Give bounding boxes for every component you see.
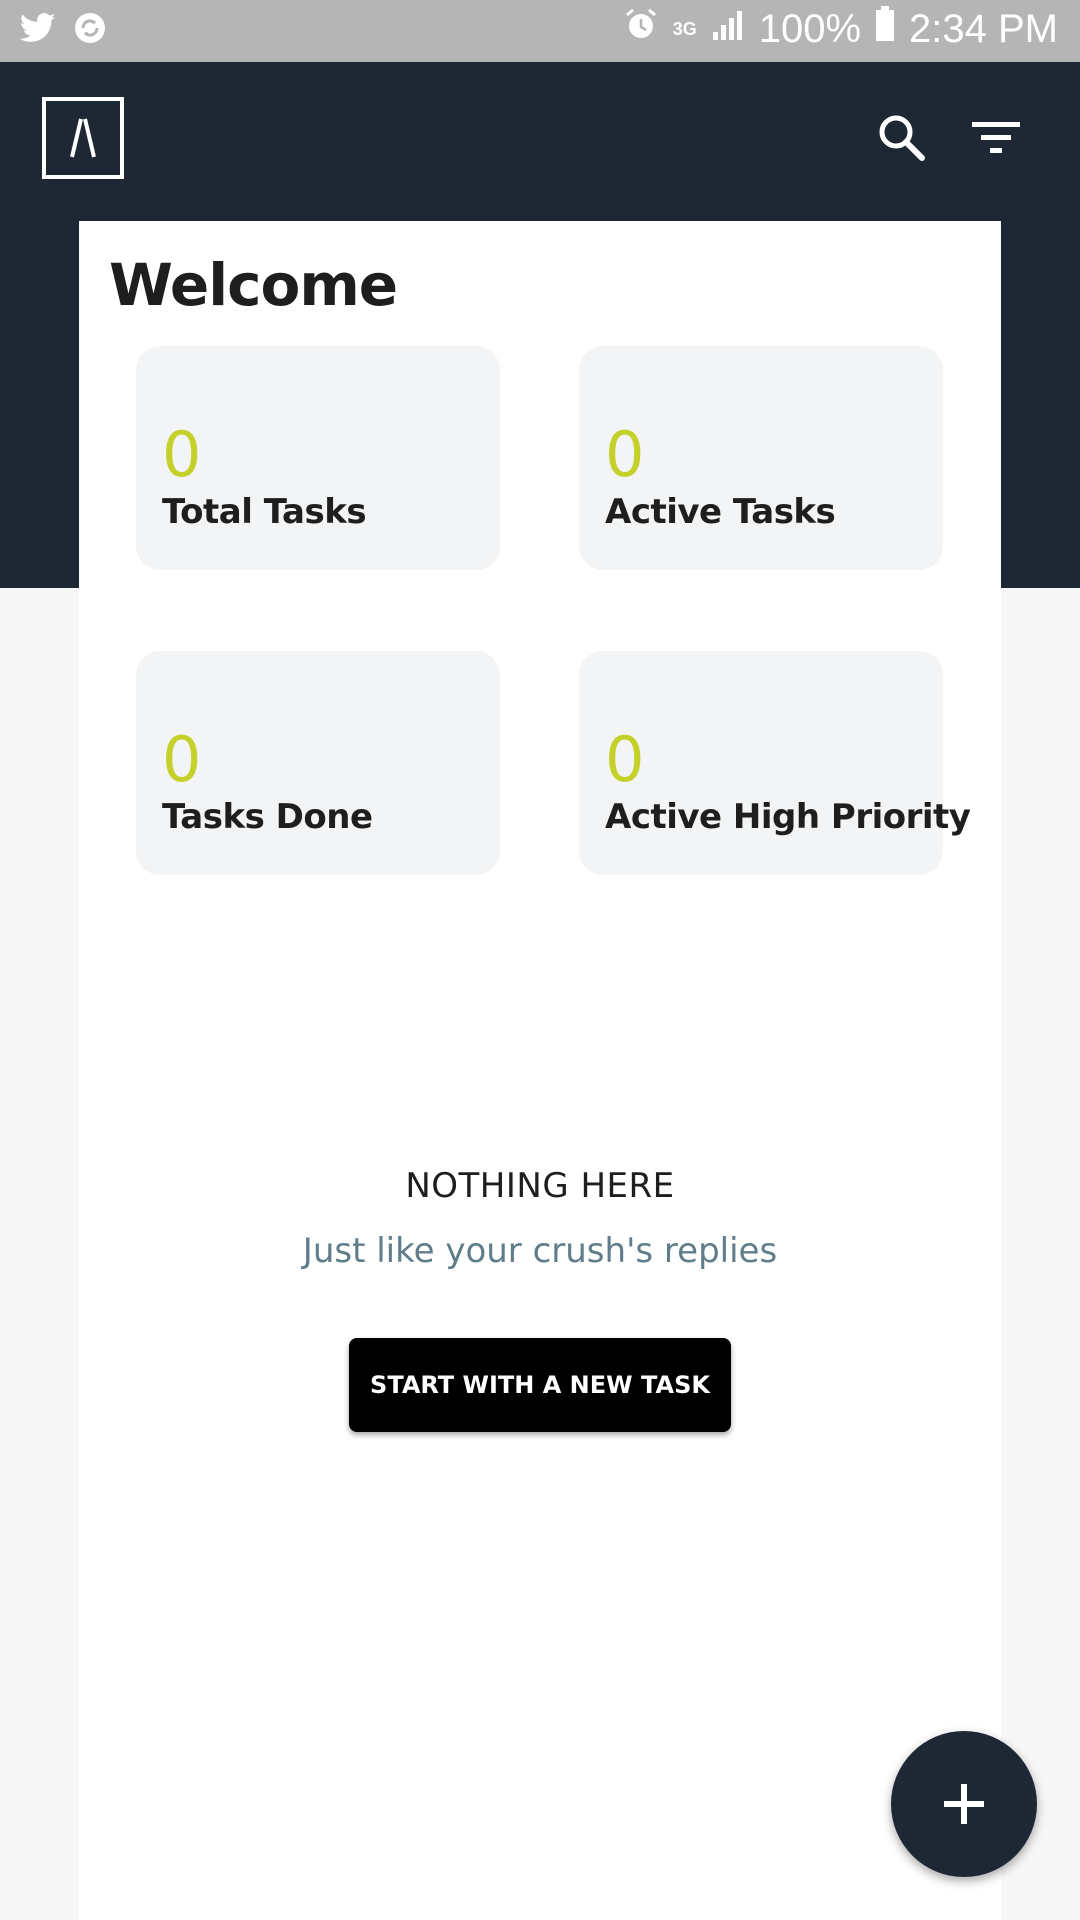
clock: 2:34 PM bbox=[909, 6, 1058, 51]
stat-active-tasks[interactable]: 0 Active Tasks bbox=[579, 346, 943, 570]
filter-button[interactable] bbox=[964, 106, 1028, 170]
stat-label: Active Tasks bbox=[605, 492, 836, 532]
search-button[interactable] bbox=[870, 106, 934, 170]
notification-icons bbox=[19, 12, 106, 49]
network-type: 3G bbox=[672, 19, 697, 39]
stat-value: 0 bbox=[605, 418, 645, 491]
stat-total-tasks[interactable]: 0 Total Tasks bbox=[136, 346, 500, 570]
stat-tasks-done[interactable]: 0 Tasks Done bbox=[136, 651, 500, 875]
system-status: 3G 100% 2:34 PM bbox=[623, 6, 1058, 52]
empty-state-title: NOTHING HERE bbox=[405, 1166, 675, 1206]
status-bar: 3G 100% 2:34 PM bbox=[0, 0, 1080, 62]
stat-label: Tasks Done bbox=[162, 797, 373, 837]
plus-icon bbox=[944, 1784, 984, 1824]
search-icon bbox=[879, 115, 925, 161]
page-title: Welcome bbox=[109, 251, 398, 319]
twitter-icon bbox=[19, 13, 56, 48]
add-task-fab[interactable] bbox=[891, 1731, 1037, 1877]
filter-icon bbox=[972, 122, 1020, 153]
battery-percent: 100% bbox=[758, 6, 862, 51]
stat-label: Total Tasks bbox=[162, 492, 367, 532]
empty-state-subtitle: Just like your crush's replies bbox=[302, 1231, 778, 1271]
battery-icon bbox=[875, 6, 895, 52]
logo-icon bbox=[70, 118, 96, 158]
sync-app-icon bbox=[74, 12, 106, 49]
stat-value: 0 bbox=[605, 723, 645, 796]
stat-value: 0 bbox=[162, 723, 202, 796]
alarm-icon bbox=[623, 6, 659, 52]
screen: 3G 100% 2:34 PM Welcome 0 Total Tasks 0 … bbox=[0, 0, 1080, 1920]
signal-icon bbox=[711, 7, 745, 52]
dashboard-card: Welcome 0 Total Tasks 0 Active Tasks 0 T… bbox=[79, 221, 1001, 1920]
stat-active-high-priority[interactable]: 0 Active High Priority bbox=[579, 651, 971, 875]
stat-value: 0 bbox=[162, 418, 202, 491]
start-new-task-button[interactable]: START WITH A NEW TASK bbox=[349, 1338, 731, 1432]
app-logo[interactable] bbox=[42, 97, 124, 179]
stat-label: Active High Priority bbox=[605, 797, 971, 837]
